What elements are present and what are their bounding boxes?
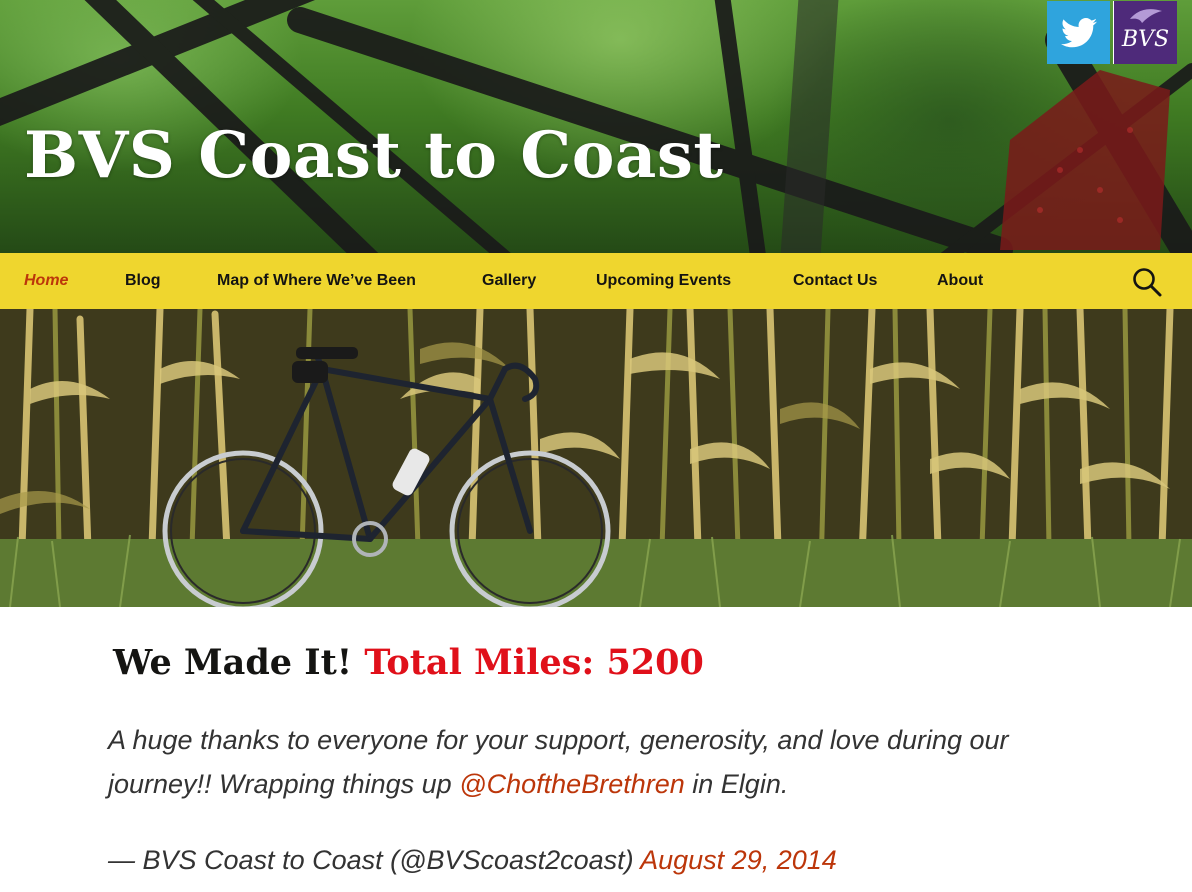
post-title-prefix: We Made It! <box>113 642 353 683</box>
tweet-attribution: — BVS Coast to Coast (@BVScoast2coast) A… <box>108 838 837 882</box>
nav-item-gallery[interactable]: Gallery <box>482 253 536 309</box>
hero-illustration <box>0 309 1192 607</box>
nav-item-home[interactable]: Home <box>24 253 68 309</box>
nav-item-contact-us[interactable]: Contact Us <box>793 253 877 309</box>
main-navigation: Home Blog Map of Where We’ve Been Galler… <box>0 253 1192 309</box>
twitter-bird-icon <box>1060 17 1097 47</box>
attribution-author: — BVS Coast to Coast (@BVScoast2coast) <box>108 845 634 875</box>
tweet-text-suffix: in Elgin. <box>692 769 789 799</box>
total-miles: Total Miles: 5200 <box>364 642 704 683</box>
tweet-date-link[interactable]: August 29, 2014 <box>640 845 837 875</box>
bvs-logo-link[interactable]: BVS <box>1113 1 1177 64</box>
site-header: BVS Coast to Coast BVS <box>0 0 1192 253</box>
site-title[interactable]: BVS Coast to Coast <box>24 112 723 200</box>
hero-image-bicycle-cornfield <box>0 309 1192 607</box>
bvs-logo-text: BVS <box>1121 27 1170 52</box>
post-title[interactable]: We Made It! Total Miles: 5200 <box>113 638 704 688</box>
nav-item-about[interactable]: About <box>937 253 983 309</box>
tweet-quote: A huge thanks to everyone for your suppo… <box>108 718 1048 806</box>
dove-icon <box>1130 9 1162 23</box>
search-icon[interactable] <box>1131 266 1163 298</box>
nav-item-blog[interactable]: Blog <box>125 253 161 309</box>
mention-link[interactable]: @ChoftheBrethren <box>459 769 685 799</box>
twitter-link[interactable] <box>1047 1 1110 64</box>
nav-item-map[interactable]: Map of Where We’ve Been <box>217 253 416 309</box>
nav-item-upcoming-events[interactable]: Upcoming Events <box>596 253 731 309</box>
